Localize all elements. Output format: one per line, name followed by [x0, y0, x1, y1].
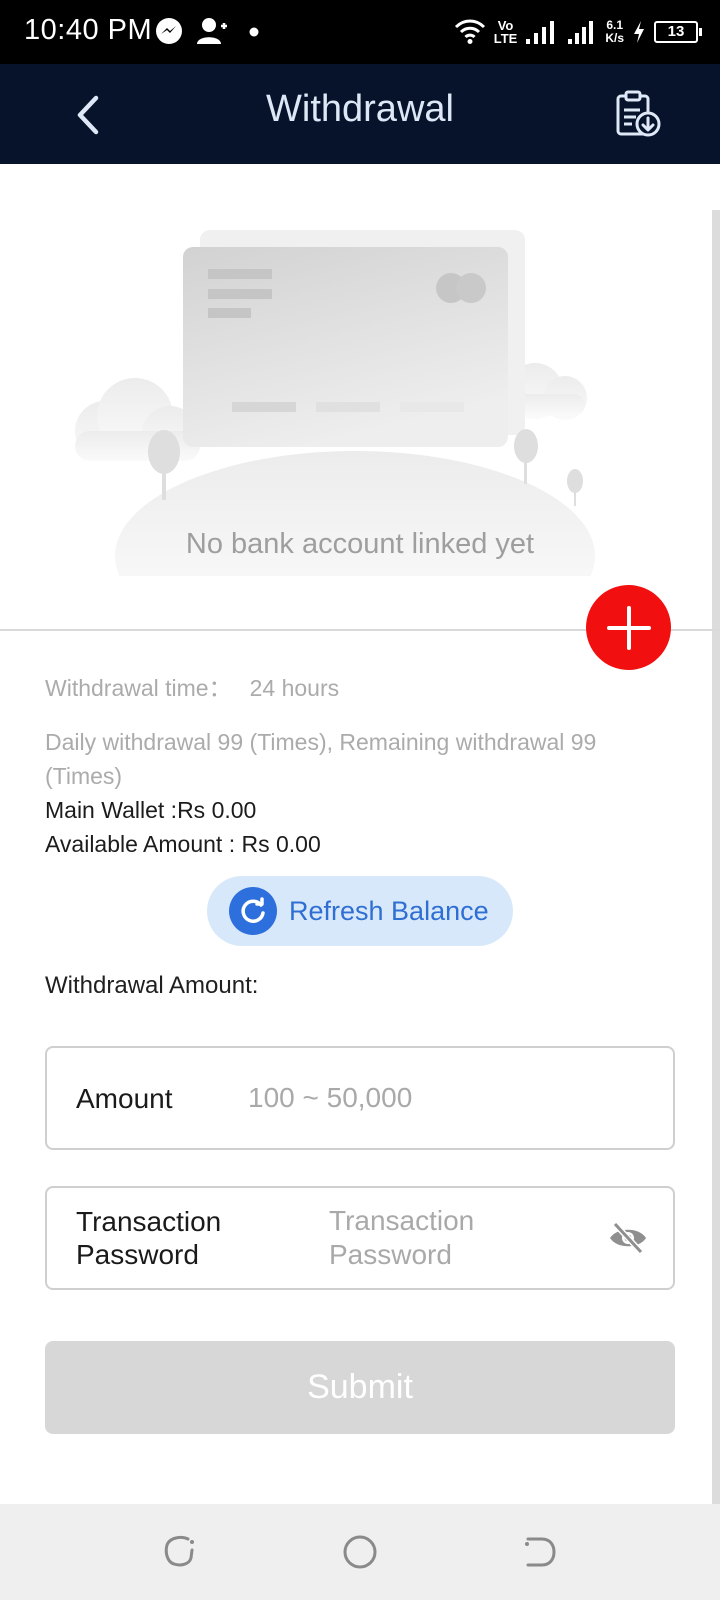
notification-dot-icon: [249, 27, 259, 37]
charging-bolt-icon: [634, 21, 644, 43]
transaction-password-input[interactable]: [327, 1200, 587, 1276]
battery-icon: 13: [654, 21, 702, 43]
transaction-password-label: Transaction Password: [76, 1205, 221, 1271]
signal-strength-icon: [526, 21, 555, 44]
add-contact-icon: [197, 18, 227, 44]
scrollbar[interactable]: [712, 210, 720, 1505]
wifi-icon: [454, 19, 485, 44]
amount-field: Amount: [45, 1046, 675, 1150]
network-lte-label: LTE: [493, 31, 518, 46]
network-type: Vo LTE: [494, 19, 518, 45]
withdrawal-time-row: Withdrawal time： 24 hours: [45, 671, 339, 705]
back-nav-button[interactable]: [518, 1530, 562, 1574]
withdrawal-time-label: Withdrawal time：: [45, 675, 232, 701]
withdrawal-amount-heading: Withdrawal Amount:: [45, 972, 259, 999]
amount-input[interactable]: [248, 1078, 648, 1118]
status-bar: 10:40 PM Vo LTE 6.1 K/s 13: [0, 0, 720, 64]
status-time: 10:40 PM: [24, 14, 153, 46]
refresh-balance-label: Refresh Balance: [289, 895, 489, 926]
app-header: Withdrawal: [0, 64, 720, 164]
network-speed-unit: K/s: [605, 31, 624, 45]
messenger-icon: [156, 18, 182, 44]
clipboard-download-icon: [616, 90, 661, 137]
transaction-password-label-line1: Transaction: [76, 1206, 222, 1237]
add-bank-account-button[interactable]: [586, 585, 671, 670]
main-wallet-balance: Main Wallet :Rs 0.00: [45, 797, 257, 823]
available-amount: Available Amount : Rs 0.00: [45, 831, 321, 857]
refresh-icon: [229, 887, 277, 935]
transaction-password-label-line2: Password: [76, 1239, 199, 1270]
transaction-password-field: Transaction Password Transaction Passwor…: [45, 1186, 675, 1290]
status-indicators: Vo LTE 6.1 K/s 13: [454, 12, 702, 52]
network-speed: 6.1 K/s: [605, 19, 624, 45]
empty-state-text: No bank account linked yet: [185, 528, 535, 560]
daily-limit-line2: (Times): [45, 763, 123, 789]
system-navigation-bar: [0, 1504, 720, 1600]
refresh-balance-button[interactable]: Refresh Balance: [207, 876, 513, 946]
submit-button[interactable]: Submit: [45, 1341, 675, 1434]
withdrawal-time-value: 24 hours: [249, 675, 340, 701]
recents-button[interactable]: [158, 1530, 202, 1574]
eye-off-icon: [610, 1221, 646, 1255]
withdrawal-records-button[interactable]: [612, 88, 664, 140]
daily-limit-line1: Daily withdrawal 99 (Times), Remaining w…: [45, 729, 597, 755]
home-button[interactable]: [338, 1530, 382, 1574]
empty-bank-card-illustration: [75, 230, 595, 576]
amount-label: Amount: [76, 1083, 173, 1114]
toggle-password-visibility-button[interactable]: [607, 1218, 649, 1258]
signal-strength-icon-2: [568, 21, 594, 44]
